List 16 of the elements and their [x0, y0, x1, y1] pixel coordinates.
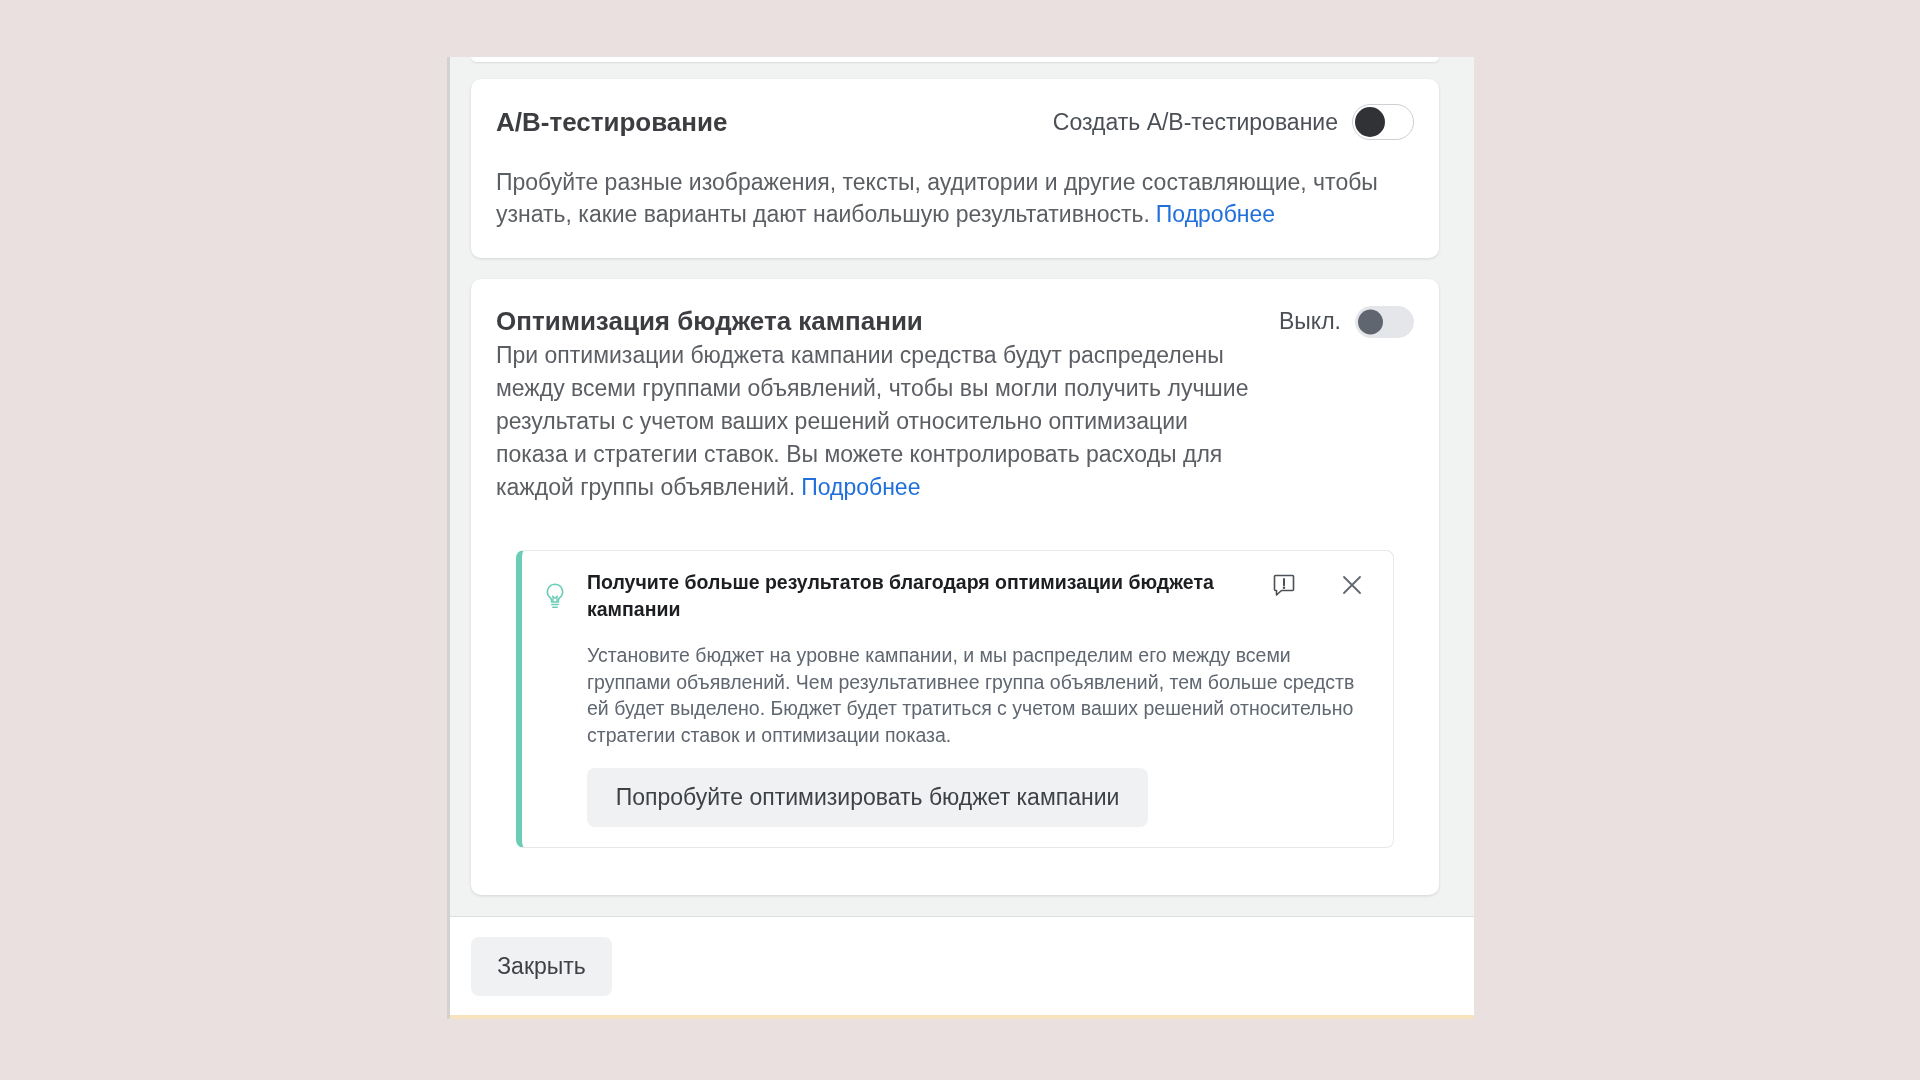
lightbulb-icon — [546, 583, 564, 609]
description: Пробуйте разные изображения, тексты, аудитории и другие составляющие, чтобы узнать, какие варианты дают наибольшую результативность. Подробнее — [496, 168, 1379, 229]
toggle-label: Создать А/В-тестирование — [1052, 107, 1338, 137]
toggle-label: Выкл. — [1279, 307, 1341, 337]
close-button[interactable] — [1342, 575, 1362, 595]
close-icon — [1342, 575, 1362, 595]
learn-more-link[interactable]: Подробнее — [1155, 201, 1276, 227]
tip-title: Получите больше результатов благодаря оптимизации бюджета кампании — [587, 570, 1215, 622]
section-title: А/В-тестирование — [496, 105, 728, 139]
toggle-switch[interactable] — [1352, 104, 1414, 140]
tip-text: Установите бюджет на уровне кампании, и мы распределим его между всеми группами объявлений. Чем результативнее группа объявлений, тем больше средств ей будет выделено. Бюджет будет тратиться с учетом ваших решений относительно стратегии ставок и оптимизации показа. — [587, 643, 1356, 748]
description: При оптимизации бюджета кампании средства будут распределены между всеми группами объявлений, чтобы вы могли получить лучшие результаты с учетом ваших решений относительно оптимизации показа и стратегии ставок. Вы можете контролировать расходы для каждой группы объявлений. Подробнее — [496, 341, 1250, 502]
speech-bubble-exclamation-icon — [1272, 573, 1296, 597]
feedback-button[interactable] — [1272, 573, 1296, 597]
section-title: Оптимизация бюджета кампании — [496, 305, 924, 338]
close-button[interactable]: Закрыть — [471, 937, 612, 996]
